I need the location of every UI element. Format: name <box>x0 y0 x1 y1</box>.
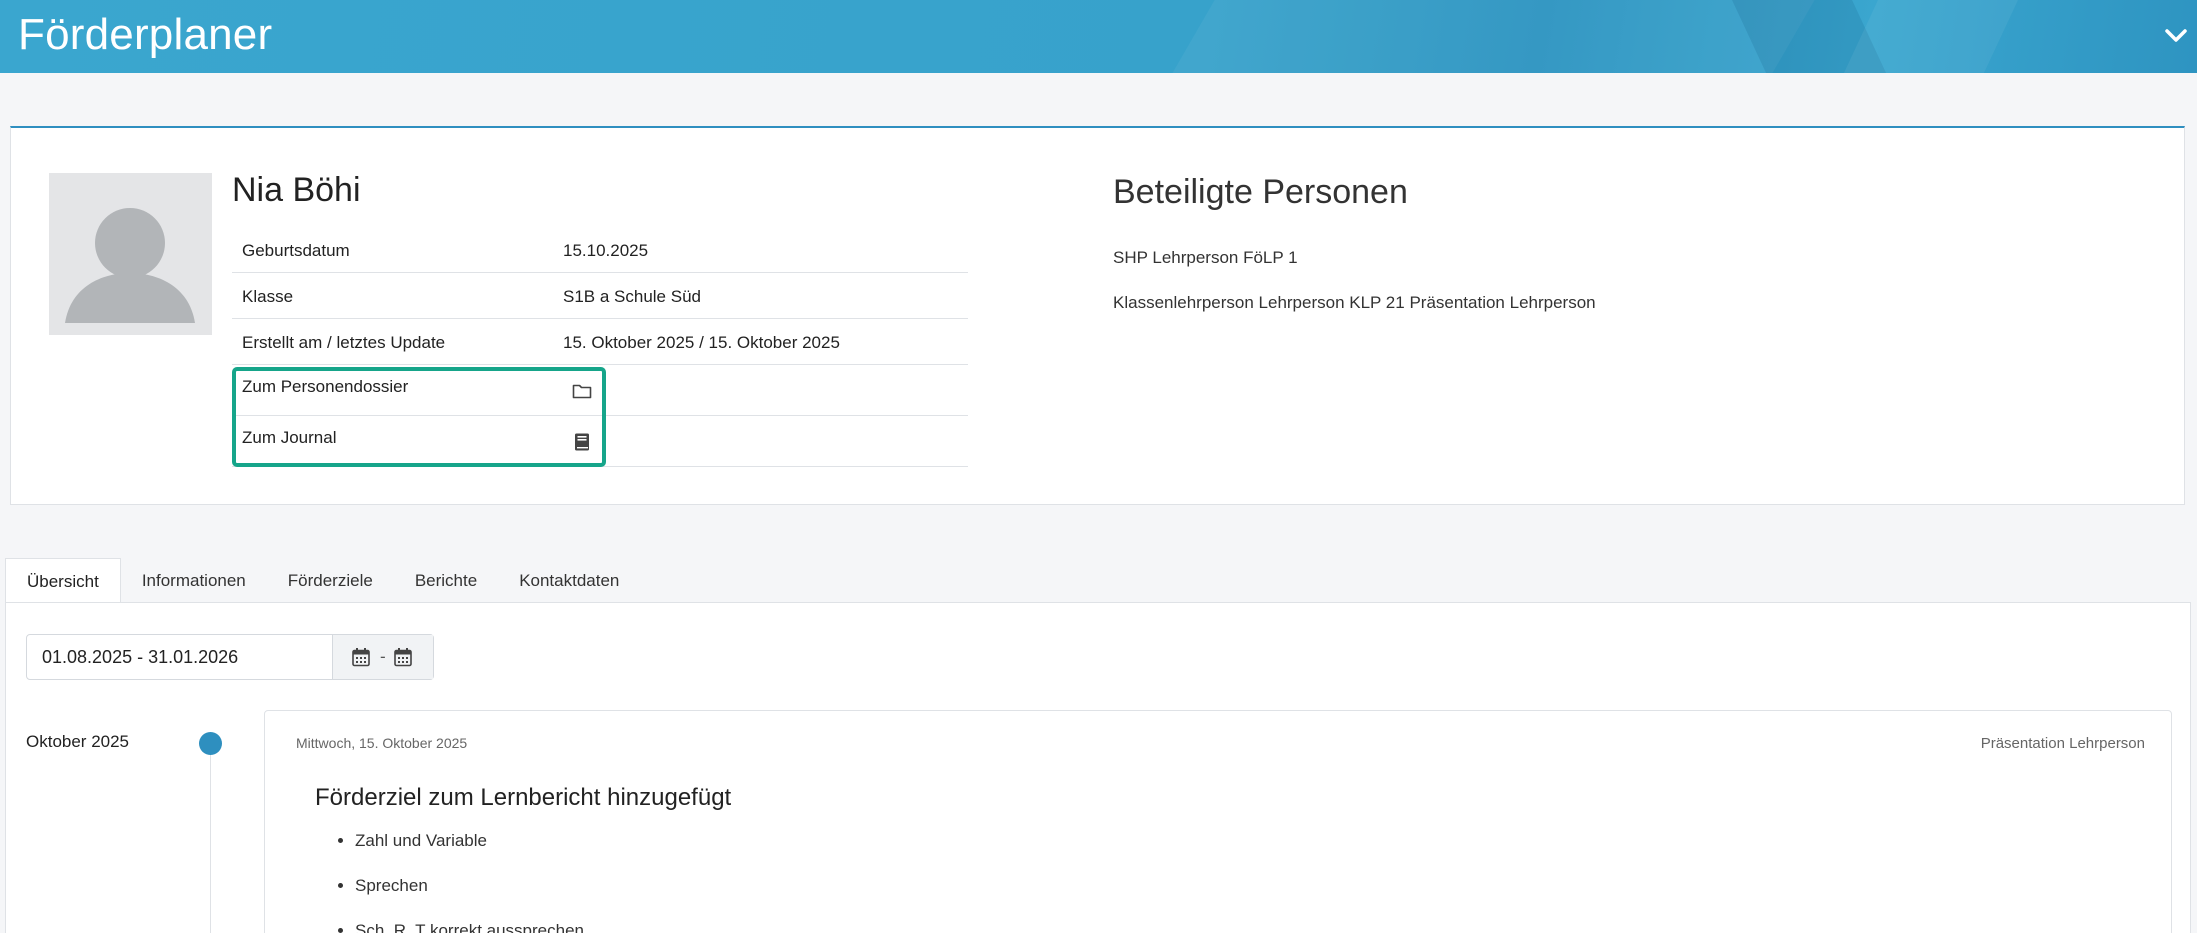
entry-author: Präsentation Lehrperson <box>1980 735 2145 752</box>
person-name: Nia Böhi <box>232 171 361 209</box>
list-item: Zahl und Variable <box>355 829 584 852</box>
timeline-line <box>210 742 211 933</box>
info-row-birthdate: Geburtsdatum 15.10.2025 <box>232 227 968 273</box>
tab-kontaktdaten[interactable]: Kontaktdaten <box>498 558 640 603</box>
tab-informationen[interactable]: Informationen <box>121 558 267 603</box>
link-label[interactable]: Zum Journal <box>242 428 336 448</box>
folder-icon[interactable] <box>572 382 592 400</box>
entry-goal-list: Zahl und Variable Sprechen Sch, R, T kor… <box>355 829 584 933</box>
tab-foerderziele[interactable]: Förderziele <box>267 558 394 603</box>
header-decoration <box>1122 0 1838 73</box>
person-info-table: Geburtsdatum 15.10.2025 Klasse S1B a Sch… <box>232 227 968 467</box>
tab-uebersicht[interactable]: Übersicht <box>5 558 121 603</box>
link-label[interactable]: Zum Personendossier <box>242 377 408 397</box>
parties-title: Beteiligte Personen <box>1113 173 1408 211</box>
date-separator: - <box>380 647 386 666</box>
book-icon[interactable] <box>572 433 592 451</box>
party-item: Klassenlehrperson Lehrperson KLP 21 Präs… <box>1113 293 1596 312</box>
list-item: Sch, R, T korrekt aussprechen <box>355 919 584 933</box>
info-row-created: Erstellt am / letztes Update 15. Oktober… <box>232 319 968 365</box>
tab-bar: Übersicht Informationen Förderziele Beri… <box>5 558 640 603</box>
info-row-class: Klasse S1B a Schule Süd <box>232 273 968 319</box>
party-item: SHP Lehrperson FöLP 1 <box>1113 248 1298 267</box>
info-label: Erstellt am / letztes Update <box>242 333 446 352</box>
profile-card: Nia Böhi Geburtsdatum 15.10.2025 Klasse … <box>10 126 2185 505</box>
chevron-down-icon[interactable] <box>2165 28 2187 44</box>
link-personendossier[interactable]: Zum Personendossier <box>232 365 968 416</box>
info-label: Geburtsdatum <box>242 241 350 260</box>
timeline-dot <box>199 732 222 755</box>
date-range-input[interactable] <box>27 635 332 679</box>
tab-berichte[interactable]: Berichte <box>394 558 498 603</box>
info-label: Klasse <box>242 287 294 306</box>
app-header: Förderplaner <box>0 0 2197 73</box>
calendar-icon[interactable] <box>393 647 413 667</box>
date-range-addon: - <box>332 635 433 679</box>
timeline-entry: Mittwoch, 15. Oktober 2025 Präsentation … <box>264 710 2172 933</box>
link-journal[interactable]: Zum Journal <box>232 416 968 467</box>
app-title: Förderplaner <box>18 10 273 59</box>
info-value: 15.10.2025 <box>563 241 649 260</box>
avatar <box>49 173 212 335</box>
info-value: 15. Oktober 2025 / 15. Oktober 2025 <box>563 333 840 352</box>
entry-heading: Förderziel zum Lernbericht hinzugefügt <box>315 784 732 811</box>
info-value: S1B a Schule Süd <box>563 287 701 306</box>
calendar-icon[interactable] <box>351 647 371 667</box>
date-range-picker[interactable]: - <box>26 634 434 680</box>
timeline-month-label: Oktober 2025 <box>26 732 130 751</box>
user-avatar-placeholder-icon <box>65 208 195 323</box>
list-item: Sprechen <box>355 874 584 897</box>
entry-date: Mittwoch, 15. Oktober 2025 <box>296 735 468 751</box>
